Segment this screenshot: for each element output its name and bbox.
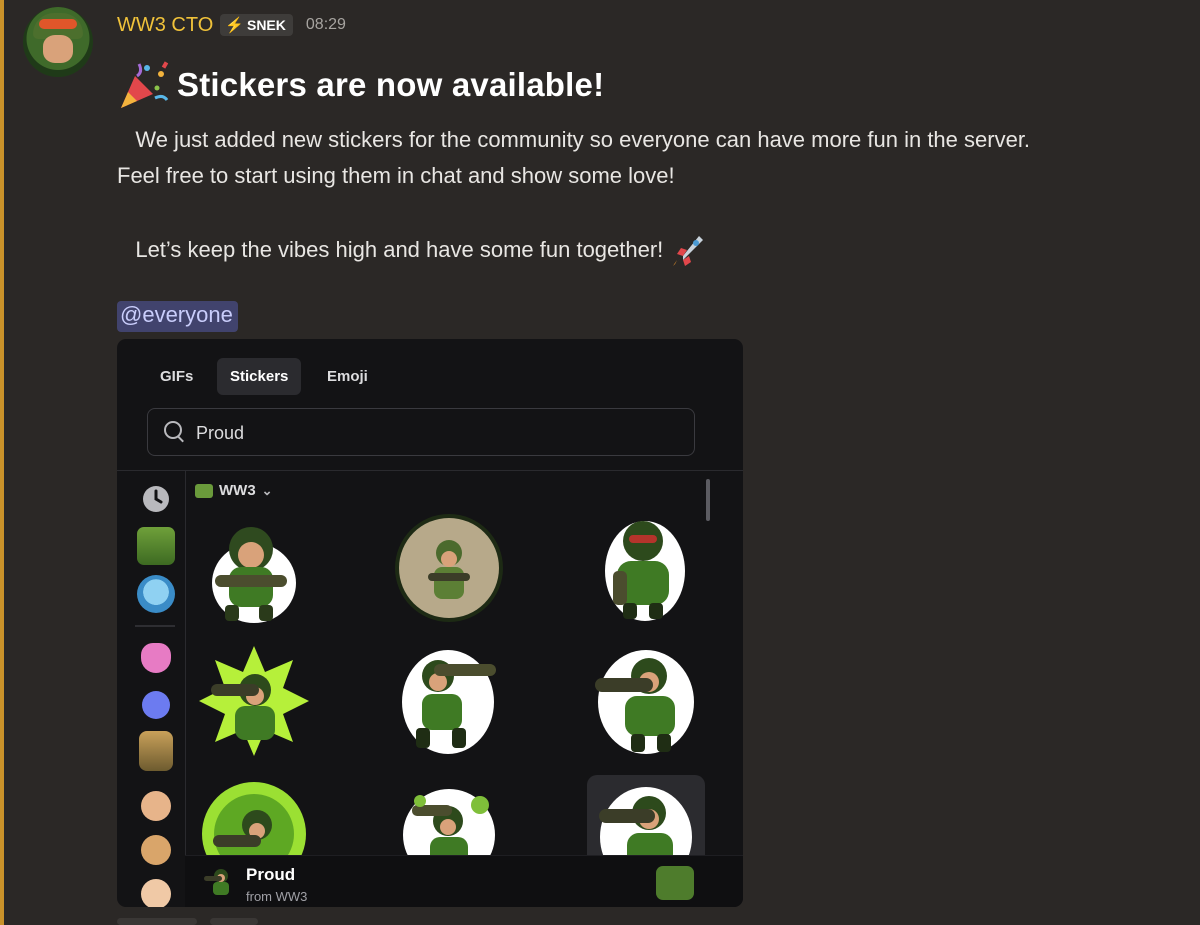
ww3-mini-icon: [195, 483, 213, 498]
ww3-pack-badge: [656, 866, 694, 900]
soldier-burst-sticker[interactable]: [195, 642, 313, 760]
reaction-pill[interactable]: [210, 918, 258, 925]
hamster-pack-icon[interactable]: [141, 835, 171, 865]
round-badge-art: [395, 514, 503, 622]
preview-sticker-name: Proud: [246, 865, 296, 884]
avatar-goggles: [39, 19, 77, 29]
reaction-pill[interactable]: [117, 918, 197, 925]
party-popper-icon: [121, 61, 169, 108]
search-icon: [164, 421, 182, 439]
mention-highlight-bar: [0, 0, 4, 925]
sticker-search-box[interactable]: [147, 408, 695, 457]
pack-header[interactable]: WW3 ⌄: [195, 482, 273, 499]
sticker-pack-sidebar: [117, 471, 186, 907]
message-paragraph: We just added new stickers for the commu…: [117, 127, 1031, 188]
armored-soldier-art: [605, 521, 685, 621]
sticker-search-input[interactable]: [194, 409, 678, 457]
blue-character-pack-icon[interactable]: [137, 575, 175, 613]
message-header: WW3 CTO ⚡ SNEK 08:29: [117, 12, 346, 38]
picker-tabs: GIFs Stickers Emoji: [117, 339, 743, 409]
sticker-preview-footer: Proud from WW3: [185, 855, 743, 907]
tab-stickers[interactable]: Stickers: [217, 358, 302, 395]
soldier-bazooka-sticker[interactable]: [195, 509, 313, 627]
tab-emoji[interactable]: Emoji: [314, 358, 381, 395]
avatar-face: [43, 35, 73, 63]
message-title-text: Stickers are now available!: [177, 66, 605, 103]
purple-robot-pack-icon[interactable]: [142, 691, 170, 719]
burst-art: [199, 646, 309, 756]
ww3-pack-icon[interactable]: [137, 527, 175, 565]
sounds-good-pack-icon[interactable]: [139, 731, 173, 771]
heavy-armor-art: [595, 650, 694, 754]
server-tag[interactable]: ⚡ SNEK: [220, 14, 293, 36]
proud-sticker-thumb: [204, 869, 229, 895]
message-timestamp[interactable]: 08:29: [306, 16, 346, 34]
soldier-sticker-art: [212, 527, 296, 623]
soldier-running-bazooka-sticker[interactable]: [390, 642, 508, 760]
sticker-picker-screenshot[interactable]: GIFs Stickers Emoji WW3 ⌄: [117, 339, 743, 907]
cat-pack-icon[interactable]: [141, 879, 171, 907]
pack-name: WW3: [219, 482, 256, 499]
running-soldier-art: [402, 650, 496, 754]
preview-sticker-source: from WW3: [246, 889, 308, 904]
picker-divider: [117, 470, 743, 471]
rocket-icon: [673, 236, 704, 266]
everyone-mention[interactable]: @everyone: [117, 301, 238, 332]
lightning-icon: ⚡: [225, 17, 244, 34]
pink-bunny-pack-icon[interactable]: [141, 643, 171, 673]
recent-clock-icon[interactable]: [141, 484, 171, 514]
tab-gifs[interactable]: GIFs: [147, 358, 206, 395]
scrollbar-thumb[interactable]: [706, 479, 710, 521]
chevron-down-icon: ⌄: [261, 482, 273, 498]
peach-character-pack-icon[interactable]: [141, 791, 171, 821]
sidebar-separator: [135, 625, 175, 627]
message-paragraph2: Let’s keep the vibes high and have some …: [117, 237, 664, 262]
server-tag-label: SNEK: [246, 17, 286, 33]
soldier-round-badge-sticker[interactable]: [390, 509, 508, 627]
message-line2: Let’s keep the vibes high and have some …: [117, 230, 709, 270]
username[interactable]: WW3 CTO: [117, 14, 213, 37]
armored-soldier-sticker[interactable]: [587, 509, 705, 627]
message-title: Stickers are now available!: [117, 58, 604, 112]
soldier-heavy-armor-sticker[interactable]: [587, 642, 705, 760]
user-avatar[interactable]: [23, 7, 93, 77]
